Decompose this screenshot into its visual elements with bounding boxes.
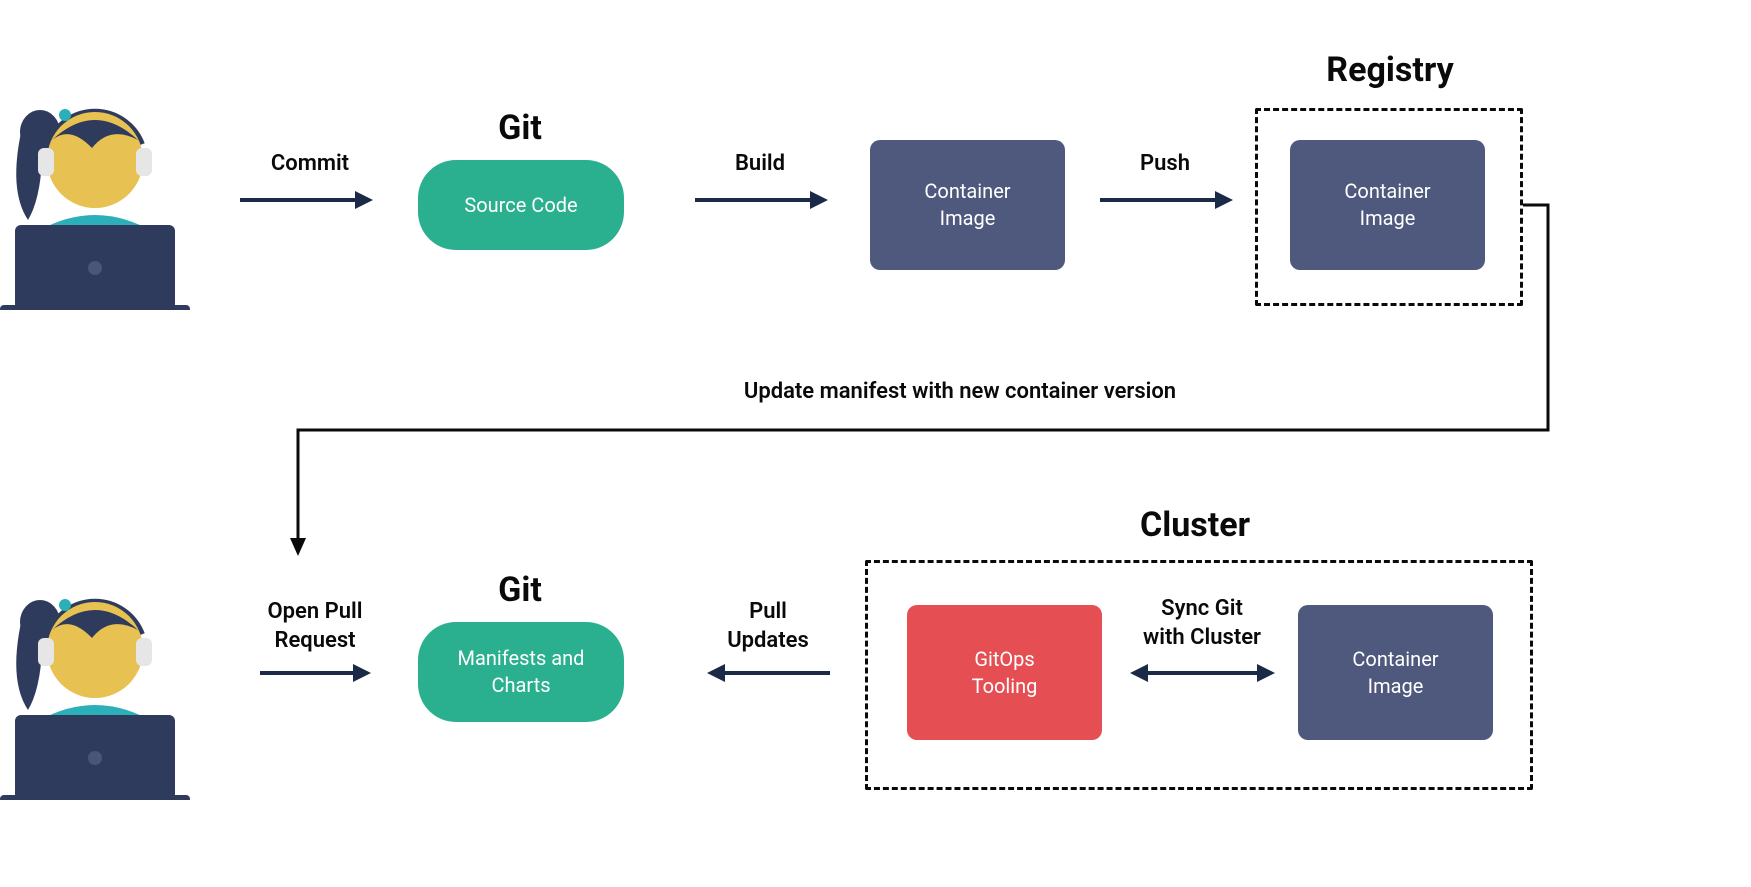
node-gitops-tooling-label: GitOpsTooling xyxy=(972,646,1038,700)
arrow-sync xyxy=(1130,658,1275,688)
arrow-label-sync: Sync Gitwith Cluster xyxy=(1132,595,1272,652)
node-manifests: Manifests andCharts xyxy=(418,622,624,722)
arrow-pull xyxy=(705,658,835,688)
developer-icon xyxy=(0,70,190,310)
arrow-label-pr: Open PullRequest xyxy=(240,598,390,655)
node-container-image-3: ContainerImage xyxy=(1298,605,1493,740)
registry-title: Registry xyxy=(1270,50,1510,90)
arrow-label-build: Build xyxy=(710,150,810,179)
git-title-1: Git xyxy=(460,108,580,148)
arrow-label-pull: PullUpdates xyxy=(708,598,828,655)
connector-line xyxy=(290,200,1560,560)
git-title-2: Git xyxy=(460,570,580,610)
arrow-label-push: Push xyxy=(1115,150,1215,179)
arrow-pr xyxy=(255,658,373,688)
developer-icon-2 xyxy=(0,560,190,800)
cluster-title: Cluster xyxy=(1095,505,1295,545)
node-container-image-3-label: ContainerImage xyxy=(1352,646,1438,700)
node-manifests-label: Manifests andCharts xyxy=(458,645,585,699)
node-gitops-tooling: GitOpsTooling xyxy=(907,605,1102,740)
arrow-label-commit: Commit xyxy=(250,150,370,179)
